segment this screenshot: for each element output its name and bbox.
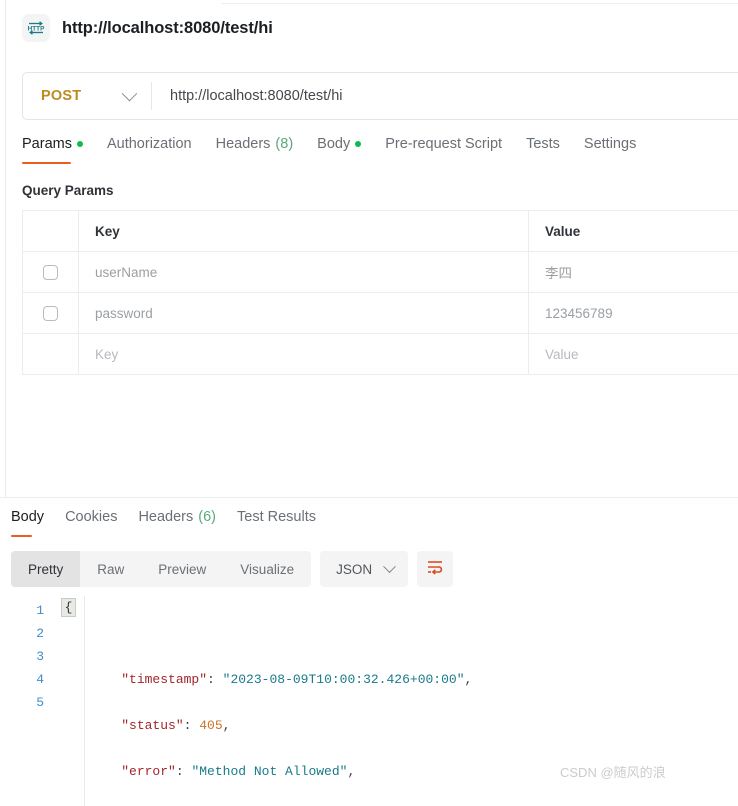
json-key: "status"	[121, 718, 184, 733]
tab-tests[interactable]: Tests	[526, 136, 560, 164]
tab-headers-label: Headers	[215, 136, 271, 152]
row-key-cell[interactable]: userName	[79, 252, 529, 292]
row-value-placeholder: Value	[545, 346, 579, 362]
column-header-value: Value	[545, 223, 581, 239]
code-line: "error": "Method Not Allowed",	[121, 764, 356, 779]
tab-params-label: Params	[22, 136, 72, 152]
response-tab-headers[interactable]: Headers (6)	[138, 509, 216, 537]
view-mode-group: Pretty Raw Preview Visualize	[11, 551, 312, 587]
line-number: 3	[36, 649, 44, 664]
line-number: 4	[36, 672, 44, 687]
tab-authorization-label: Authorization	[106, 136, 192, 152]
url-input[interactable]: http://localhost:8080/test/hi	[152, 73, 738, 119]
line-number: 1	[36, 603, 44, 618]
line-number-gutter: 1 2 3 4 5	[0, 596, 58, 806]
view-mode-raw[interactable]: Raw	[80, 551, 141, 587]
table-row-empty: Key Value	[23, 334, 738, 375]
column-header-key: Key	[79, 211, 529, 251]
row-checkbox[interactable]	[43, 264, 58, 280]
code-fold-column: {	[58, 596, 85, 806]
row-key-value: userName	[95, 264, 158, 280]
query-params-table: Key Value userName 李四 password 123456789…	[22, 210, 738, 375]
json-value: 405	[199, 718, 223, 733]
svg-text:HTTP: HTTP	[28, 25, 45, 32]
top-hairline-divider	[222, 3, 738, 4]
http-protocol-icon: HTTP	[22, 14, 50, 42]
params-modified-dot-icon	[76, 141, 83, 147]
row-value-cell[interactable]: 123456789	[529, 293, 738, 333]
fold-brace-marker[interactable]: {	[61, 598, 76, 617]
request-tab-bar: Params Authorization Headers (8) Body Pr…	[22, 136, 636, 164]
row-key-placeholder: Key	[95, 346, 119, 362]
tab-body[interactable]: Body	[317, 136, 362, 164]
response-tab-headers-count: (6)	[198, 509, 216, 525]
row-value-value: 李四	[545, 266, 572, 281]
response-tab-cookies-label: Cookies	[65, 509, 118, 525]
response-format-select[interactable]: JSON	[320, 551, 409, 587]
word-wrap-icon	[426, 559, 444, 580]
gutter-vertical-rule	[84, 596, 85, 806]
response-tab-body-label: Body	[11, 509, 45, 525]
row-value-value: 123456789	[545, 305, 613, 321]
code-content[interactable]: "timestamp": "2023-08-09T10:00:32.426+00…	[84, 596, 738, 806]
row-value-cell[interactable]: 李四	[529, 252, 738, 292]
view-mode-visualize[interactable]: Visualize	[223, 551, 311, 587]
row-key-cell[interactable]: password	[79, 293, 529, 333]
tab-settings[interactable]: Settings	[584, 136, 636, 164]
page-title: http://localhost:8080/test/hi	[62, 18, 273, 37]
tab-settings-label: Settings	[583, 136, 637, 152]
response-section-divider	[0, 497, 738, 498]
word-wrap-button[interactable]	[417, 551, 454, 587]
response-tab-headers-label: Headers	[138, 509, 194, 525]
request-title-row: HTTP http://localhost:8080/test/hi	[22, 14, 273, 42]
code-line: "status": 405,	[121, 718, 231, 733]
response-tab-test-results[interactable]: Test Results	[237, 509, 316, 537]
table-row: password 123456789	[23, 293, 738, 334]
response-tab-test-results-label: Test Results	[237, 509, 316, 525]
body-modified-dot-icon	[355, 141, 362, 147]
response-body-editor[interactable]: 1 2 3 4 5 { "timestamp": "2023-08-09T10:…	[0, 596, 738, 806]
left-rail-divider	[5, 0, 6, 497]
tab-body-label: Body	[317, 136, 351, 152]
tab-headers-count: (8)	[275, 136, 294, 152]
table-row: userName 李四	[23, 252, 738, 293]
chevron-down-icon	[121, 85, 138, 101]
row-key-value: password	[95, 305, 153, 321]
tab-pre-request-script[interactable]: Pre-request Script	[385, 136, 502, 164]
tab-tests-label: Tests	[526, 136, 560, 152]
json-key: "error"	[121, 764, 176, 779]
table-header-row: Key Value	[23, 211, 738, 252]
header-check-cell	[23, 211, 79, 251]
json-value: "Method Not Allowed"	[191, 764, 348, 779]
row-check-cell	[23, 293, 79, 333]
tab-params[interactable]: Params	[22, 136, 83, 164]
tab-headers[interactable]: Headers (8)	[216, 136, 294, 164]
row-check-cell	[23, 252, 79, 292]
http-method-label: POST	[41, 88, 82, 104]
tab-authorization[interactable]: Authorization	[107, 136, 192, 164]
row-check-cell	[23, 334, 79, 374]
line-number: 5	[36, 695, 44, 710]
response-tab-cookies[interactable]: Cookies	[65, 509, 117, 537]
response-tab-bar: Body Cookies Headers (6) Test Results	[11, 509, 316, 537]
row-checkbox[interactable]	[43, 305, 58, 321]
json-value: "2023-08-09T10:00:32.426+00:00"	[222, 672, 465, 687]
http-method-select[interactable]: POST	[23, 73, 151, 119]
chevron-down-icon	[383, 559, 396, 573]
line-number: 2	[36, 626, 44, 641]
view-mode-pretty[interactable]: Pretty	[11, 551, 81, 587]
row-value-cell[interactable]: Value	[529, 334, 738, 374]
response-format-label: JSON	[336, 561, 373, 577]
response-format-toolbar: Pretty Raw Preview Visualize JSON	[11, 551, 454, 587]
json-key: "timestamp"	[121, 672, 208, 687]
tab-pre-request-script-label: Pre-request Script	[385, 136, 503, 152]
row-key-cell[interactable]: Key	[79, 334, 529, 374]
url-bar: POST http://localhost:8080/test/hi	[22, 72, 738, 120]
response-tab-body[interactable]: Body	[11, 509, 44, 537]
query-params-heading: Query Params	[22, 183, 114, 198]
view-mode-preview[interactable]: Preview	[141, 551, 223, 587]
code-line: "timestamp": "2023-08-09T10:00:32.426+00…	[121, 672, 473, 687]
